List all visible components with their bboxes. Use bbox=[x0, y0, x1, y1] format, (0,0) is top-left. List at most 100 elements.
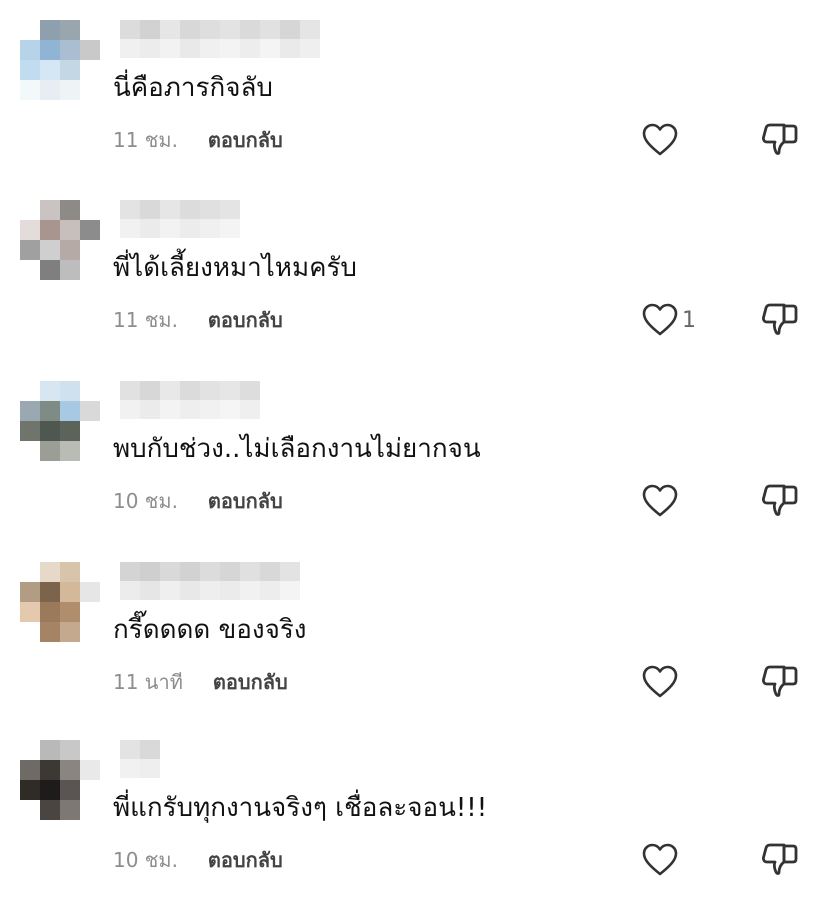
username-pixel bbox=[140, 20, 160, 39]
avatar-pixel bbox=[60, 401, 80, 421]
dislike-button[interactable] bbox=[760, 483, 800, 519]
avatar-pixel bbox=[60, 760, 80, 780]
username-pixel bbox=[280, 39, 300, 58]
like-button[interactable] bbox=[642, 483, 678, 519]
avatar-pixel bbox=[60, 60, 80, 80]
avatar-pixel bbox=[80, 200, 100, 220]
avatar-pixel bbox=[60, 20, 80, 40]
avatar-pixel bbox=[40, 60, 60, 80]
heart-icon bbox=[642, 123, 678, 157]
avatar-pixel bbox=[80, 441, 100, 461]
avatar-pixel bbox=[60, 80, 80, 100]
username-pixel bbox=[240, 39, 260, 58]
username-pixel bbox=[160, 200, 180, 219]
avatar-pixel bbox=[40, 780, 60, 800]
avatar-pixel bbox=[80, 381, 100, 401]
avatar[interactable] bbox=[20, 740, 100, 820]
reply-button[interactable]: ตอบกลับ bbox=[208, 308, 283, 332]
username-pixel bbox=[160, 562, 180, 581]
reply-button[interactable]: ตอบกลับ bbox=[213, 670, 288, 694]
username-pixel bbox=[220, 562, 240, 581]
avatar-pixel bbox=[20, 401, 40, 421]
avatar-pixel bbox=[20, 381, 40, 401]
avatar-pixel bbox=[80, 20, 100, 40]
avatar-pixel bbox=[40, 582, 60, 602]
avatar[interactable] bbox=[20, 200, 100, 280]
username-pixel bbox=[180, 219, 200, 238]
avatar-pixel bbox=[80, 40, 100, 60]
avatar-pixel bbox=[20, 740, 40, 760]
avatar-pixel bbox=[80, 421, 100, 441]
username-pixel bbox=[280, 581, 300, 600]
dislike-button[interactable] bbox=[760, 664, 800, 700]
username-blurred[interactable] bbox=[120, 381, 260, 419]
username-pixel bbox=[240, 400, 260, 419]
username-pixel bbox=[220, 219, 240, 238]
like-button[interactable] bbox=[642, 842, 678, 878]
username-pixel bbox=[140, 381, 160, 400]
avatar-pixel bbox=[60, 441, 80, 461]
avatar-pixel bbox=[80, 220, 100, 240]
reply-button[interactable]: ตอบกลับ bbox=[208, 848, 283, 872]
avatar-pixel bbox=[20, 760, 40, 780]
avatar-pixel bbox=[80, 60, 100, 80]
comment-text: พี่ได้เลี้ยงหมาไหมครับ bbox=[113, 253, 357, 283]
username-pixel bbox=[200, 562, 220, 581]
avatar[interactable] bbox=[20, 381, 100, 461]
username-pixel bbox=[160, 381, 180, 400]
like-button[interactable]: 1 bbox=[642, 302, 696, 338]
username-pixel bbox=[280, 20, 300, 39]
username-pixel bbox=[180, 20, 200, 39]
avatar-pixel bbox=[40, 240, 60, 260]
avatar-pixel bbox=[20, 421, 40, 441]
like-button[interactable] bbox=[642, 664, 678, 700]
avatar[interactable] bbox=[20, 20, 100, 100]
comment-item: พี่แกรับทุกงานจริงๆ เชื่อละจอน!!! 10 ชม. ต… bbox=[0, 740, 828, 922]
avatar-pixel bbox=[20, 20, 40, 40]
username-pixel bbox=[160, 581, 180, 600]
comment-text: พบกับช่วง..ไม่เลือกงานไม่ยากจน bbox=[113, 434, 481, 464]
username-pixel bbox=[120, 39, 140, 58]
username-blurred[interactable] bbox=[120, 740, 160, 778]
avatar-pixel bbox=[40, 40, 60, 60]
username-pixel bbox=[140, 400, 160, 419]
username-pixel bbox=[200, 581, 220, 600]
reply-button[interactable]: ตอบกลับ bbox=[208, 489, 283, 513]
thumbs-down-icon bbox=[760, 842, 800, 878]
avatar-pixel bbox=[20, 582, 40, 602]
avatar[interactable] bbox=[20, 562, 100, 642]
avatar-pixel bbox=[20, 240, 40, 260]
dislike-button[interactable] bbox=[760, 842, 800, 878]
avatar-pixel bbox=[20, 200, 40, 220]
username-pixel bbox=[260, 39, 280, 58]
avatar-pixel bbox=[20, 441, 40, 461]
avatar-pixel bbox=[80, 401, 100, 421]
username-pixel bbox=[120, 759, 140, 778]
username-pixel bbox=[160, 219, 180, 238]
username-blurred[interactable] bbox=[120, 562, 300, 600]
reply-button[interactable]: ตอบกลับ bbox=[208, 128, 283, 152]
username-blurred[interactable] bbox=[120, 20, 320, 58]
avatar-pixel bbox=[40, 401, 60, 421]
username-pixel bbox=[220, 581, 240, 600]
dislike-button[interactable] bbox=[760, 122, 800, 158]
username-pixel bbox=[300, 39, 320, 58]
avatar-pixel bbox=[40, 602, 60, 622]
avatar-pixel bbox=[80, 622, 100, 642]
comment-time: 10 ชม. bbox=[113, 848, 178, 872]
avatar-pixel bbox=[20, 800, 40, 820]
username-blurred[interactable] bbox=[120, 200, 240, 238]
username-pixel bbox=[180, 400, 200, 419]
comment-item: นี่คือภารกิจลับ 11 ชม. ตอบกลับ bbox=[0, 20, 828, 202]
like-button[interactable] bbox=[642, 122, 678, 158]
avatar-pixel bbox=[40, 441, 60, 461]
avatar-pixel bbox=[80, 800, 100, 820]
username-pixel bbox=[120, 740, 140, 759]
comment-time: 11 นาที bbox=[113, 670, 183, 694]
avatar-pixel bbox=[80, 562, 100, 582]
avatar-pixel bbox=[80, 240, 100, 260]
dislike-button[interactable] bbox=[760, 302, 800, 338]
avatar-pixel bbox=[20, 602, 40, 622]
thumbs-down-icon bbox=[760, 122, 800, 158]
username-pixel bbox=[120, 20, 140, 39]
